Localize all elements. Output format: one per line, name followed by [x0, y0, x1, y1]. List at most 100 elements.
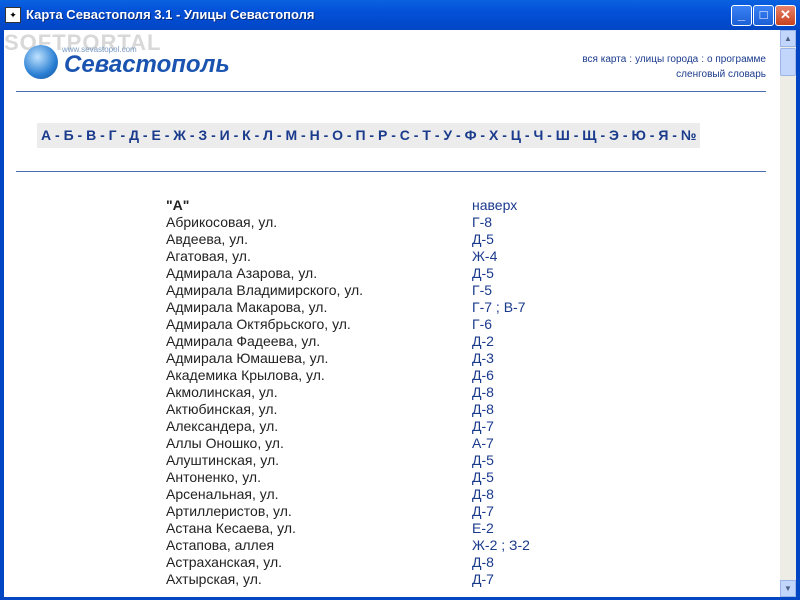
street-name: Адмирала Владимирского, ул. — [166, 282, 364, 298]
grid-cell-link[interactable]: Д-7 — [472, 571, 494, 587]
nav-link-about[interactable]: о программе — [707, 54, 766, 65]
alphabet-separator: - — [645, 127, 659, 143]
grid-cells: Д-6 — [472, 367, 494, 384]
alphabet-letter-link[interactable]: Ж — [173, 127, 186, 143]
alphabet-letter-link[interactable]: И — [220, 127, 230, 143]
grid-cell-link[interactable]: Д-5 — [472, 265, 494, 281]
grid-cells: Г-8 — [472, 214, 492, 231]
grid-cell-link[interactable]: А-7 — [472, 435, 494, 451]
street-name: Актюбинская, ул. — [166, 401, 278, 417]
grid-cells: Д-5 — [472, 469, 494, 486]
alphabet-letter-link[interactable]: Я — [658, 127, 668, 143]
street-name: Адмирала Октябрьского, ул. — [166, 316, 351, 332]
alphabet-letter-link[interactable]: Е — [152, 127, 161, 143]
street-row: Ахтырская, ул. Д-7 — [166, 571, 586, 588]
grid-cell-link[interactable]: Г-6 — [472, 316, 492, 332]
street-name: Адмирала Азарова, ул. — [166, 265, 318, 281]
grid-cells: Д-8 — [472, 486, 494, 503]
grid-cell-link[interactable]: Д-8 — [472, 486, 494, 502]
alphabet-letter-link[interactable]: К — [242, 127, 251, 143]
alphabet-separator: - — [185, 127, 199, 143]
alphabet-letter-link[interactable]: Э — [609, 127, 619, 143]
grid-cell-link[interactable]: Г-8 — [472, 214, 492, 230]
scroll-thumb[interactable] — [780, 48, 796, 76]
alphabet-letter-link[interactable]: О — [332, 127, 343, 143]
street-row: Авдеева, ул. Д-5 — [166, 231, 586, 248]
grid-cell-link[interactable]: Ж-4 — [472, 248, 497, 264]
alphabet-letter-link[interactable]: Ч — [533, 127, 543, 143]
grid-cell-link[interactable]: Д-7 — [472, 418, 494, 434]
alphabet-separator: - — [96, 127, 109, 143]
grid-cell-link[interactable]: Д-8 — [472, 384, 494, 400]
app-icon[interactable]: ✦ — [5, 7, 21, 23]
grid-cell-link[interactable]: Д-6 — [472, 367, 494, 383]
grid-cell-link[interactable]: Ж-2 — [472, 537, 497, 553]
nav-link-full-map[interactable]: вся карта — [582, 54, 626, 65]
minimize-button[interactable]: _ — [731, 5, 752, 26]
grid-cell-link[interactable]: Д-8 — [472, 401, 494, 417]
alphabet-letter-link[interactable]: Т — [422, 127, 431, 143]
grid-cell-link[interactable]: З-2 — [509, 537, 530, 553]
alphabet-letter-link[interactable]: У — [443, 127, 452, 143]
alphabet-letter-link[interactable]: Ю — [631, 127, 645, 143]
alphabet-letter-link[interactable]: Л — [263, 127, 273, 143]
grid-cell-link[interactable]: В-7 — [504, 299, 526, 315]
grid-cell-link[interactable]: Д-5 — [472, 452, 494, 468]
grid-cells: Д-8 — [472, 401, 494, 418]
alphabet-letter-link[interactable]: Щ — [582, 127, 596, 143]
street-name: Адмирала Макарова, ул. — [166, 299, 328, 315]
alphabet-letter-link[interactable]: Н — [310, 127, 320, 143]
street-name: Артиллеристов, ул. — [166, 503, 292, 519]
top-navigation: вся карта: улицы города: о программе сленг… — [582, 52, 766, 82]
scroll-up-arrow-icon[interactable]: ▲ — [780, 30, 796, 47]
scroll-down-arrow-icon[interactable]: ▼ — [780, 580, 796, 597]
grid-cell-link[interactable]: Г-5 — [472, 282, 492, 298]
alphabet-letter-link[interactable]: Ш — [556, 127, 570, 143]
street-name: Абрикосовая, ул. — [166, 214, 278, 230]
alphabet-letter-link[interactable]: Г — [109, 127, 117, 143]
street-row: Адмирала Макарова, ул. Г-7 ; В-7 — [166, 299, 586, 316]
site-logo[interactable]: www.sevastopol.com Севастополь — [24, 43, 244, 83]
alphabet-letter-link[interactable]: П — [355, 127, 365, 143]
maximize-button[interactable]: □ — [753, 5, 774, 26]
grid-cells: Д-5 — [472, 452, 494, 469]
street-row: Адмирала Фадеева, ул. Д-2 — [166, 333, 586, 350]
alphabet-letter-link[interactable]: Ц — [511, 127, 521, 143]
grid-cell-link[interactable]: Д-3 — [472, 350, 494, 366]
grid-cells: Д-7 — [472, 418, 494, 435]
grid-cells: Д-8 — [472, 384, 494, 401]
alphabet-letter-link[interactable]: Б — [64, 127, 74, 143]
close-button[interactable]: ✕ — [775, 5, 796, 26]
grid-cell-link[interactable]: Д-5 — [472, 469, 494, 485]
alphabet-letter-link[interactable]: Р — [378, 127, 387, 143]
alphabet-letter-link[interactable]: В — [86, 127, 96, 143]
alphabet-letter-link[interactable]: А — [41, 127, 51, 143]
alphabet-letter-link[interactable]: Ф — [465, 127, 477, 143]
globe-icon — [24, 45, 58, 79]
grid-cell-link[interactable]: Д-2 — [472, 333, 494, 349]
grid-cell-link[interactable]: Д-7 — [472, 503, 494, 519]
alphabet-letter-link[interactable]: М — [285, 127, 297, 143]
alphabet-separator: - — [498, 127, 511, 143]
vertical-scrollbar[interactable]: ▲ ▼ — [780, 30, 796, 597]
alphabet-separator: - — [569, 127, 583, 143]
alphabet-letter-link[interactable]: С — [400, 127, 410, 143]
alphabet-separator: - — [387, 127, 400, 143]
nav-link-slang-dictionary[interactable]: сленговый словарь — [676, 69, 766, 80]
divider — [16, 91, 766, 92]
street-row: Алуштинская, ул. Д-5 — [166, 452, 586, 469]
alphabet-letter-link[interactable]: Д — [129, 127, 139, 143]
grid-cell-link[interactable]: Г-7 — [472, 299, 492, 315]
back-to-top-link[interactable]: наверх — [472, 197, 517, 213]
street-row: Адмирала Юмашева, ул. Д-3 — [166, 350, 586, 367]
street-name: Астана Кесаева, ул. — [166, 520, 296, 536]
nav-link-streets[interactable]: улицы города — [635, 54, 698, 65]
alphabet-letter-link[interactable]: № — [681, 127, 697, 143]
grid-cell-link[interactable]: Д-8 — [472, 554, 494, 570]
grid-cell-link[interactable]: Д-5 — [472, 231, 494, 247]
alphabet-letter-link[interactable]: З — [198, 127, 207, 143]
grid-cell-link[interactable]: Е-2 — [472, 520, 494, 536]
grid-separator: ; — [501, 537, 506, 553]
alphabet-letter-link[interactable]: Х — [489, 127, 498, 143]
alphabet-separator: - — [668, 127, 681, 143]
